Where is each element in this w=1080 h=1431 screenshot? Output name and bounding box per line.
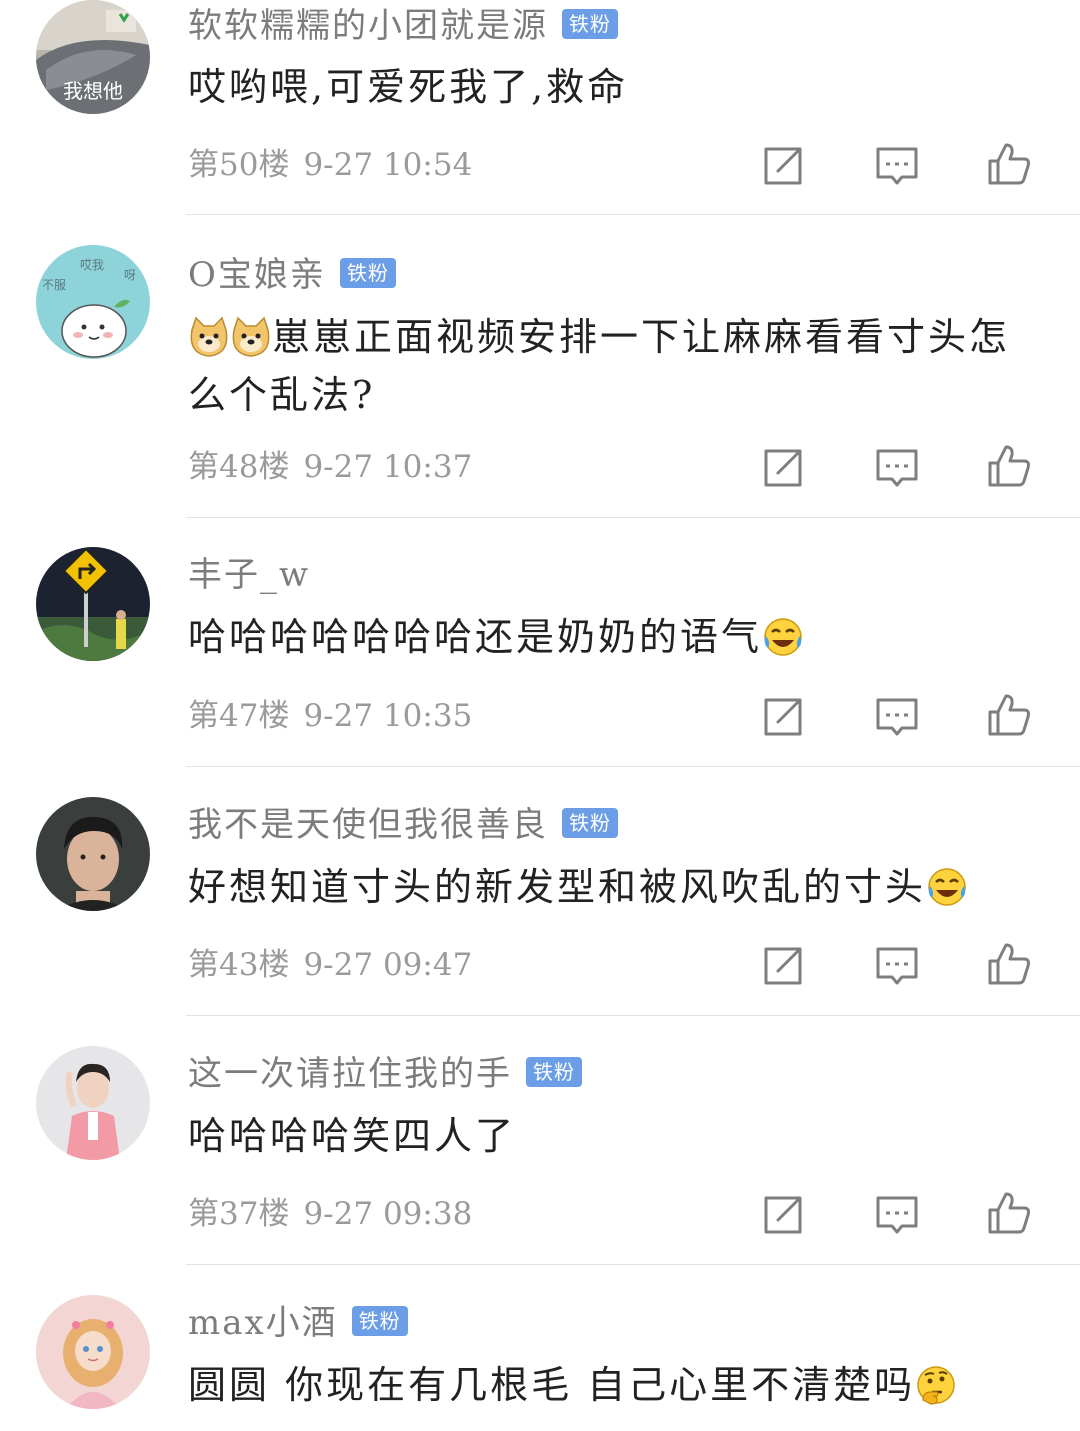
reply-button[interactable] bbox=[874, 445, 920, 491]
avatar-caption: 不服 bbox=[42, 278, 66, 292]
doge-emoji-icon bbox=[188, 316, 230, 358]
reply-button[interactable] bbox=[874, 143, 920, 189]
username[interactable]: 丰子_w bbox=[188, 553, 310, 597]
share-icon bbox=[764, 947, 802, 985]
like-button[interactable] bbox=[986, 141, 1032, 187]
thinking-emoji-icon bbox=[915, 1364, 957, 1406]
thumbs-up-icon bbox=[988, 143, 1030, 185]
comment-icon bbox=[876, 147, 918, 185]
username[interactable]: max小酒 铁粉 bbox=[188, 1301, 408, 1345]
username-text: 丰子_w bbox=[188, 555, 311, 595]
comment-text: 崽崽正面视频安排一下让麻麻看看寸头怎么个乱法? bbox=[188, 308, 1038, 424]
username[interactable]: 这一次请拉住我的手 铁粉 bbox=[188, 1052, 582, 1096]
comment-icon bbox=[876, 1196, 918, 1234]
avatar[interactable]: 我想他 bbox=[36, 0, 150, 114]
reply-button[interactable] bbox=[874, 943, 920, 989]
fan-badge: 铁粉 bbox=[339, 258, 396, 288]
comment-icon bbox=[876, 947, 918, 985]
thumbs-up-icon bbox=[988, 694, 1030, 736]
fan-badge: 铁粉 bbox=[351, 1306, 408, 1336]
username-text: max小酒 bbox=[188, 1303, 338, 1343]
fan-badge: 铁粉 bbox=[526, 1057, 582, 1087]
avatar[interactable] bbox=[36, 797, 150, 911]
avatar-caption: 我想他 bbox=[63, 79, 123, 103]
avatar-caption: 哎我 bbox=[80, 258, 104, 272]
username[interactable]: O宝娘亲 铁粉 bbox=[188, 253, 396, 297]
username-text: 这一次请拉住我的手 bbox=[188, 1054, 512, 1094]
like-button[interactable] bbox=[986, 692, 1032, 738]
comment-text-content: 崽崽正面视频安排一下让麻麻看看寸头怎么个乱法? bbox=[188, 315, 1011, 417]
username-text: 软软糯糯的小团就是源 bbox=[188, 6, 548, 46]
avatar-caption: 呀 bbox=[124, 268, 136, 282]
floor-number: 第50楼 bbox=[188, 147, 290, 183]
timestamp: 9-27 09:47 bbox=[303, 947, 473, 983]
share-icon bbox=[764, 1196, 802, 1234]
laugh-cry-emoji-icon bbox=[926, 866, 968, 908]
reply-button[interactable] bbox=[874, 694, 920, 740]
share-button[interactable] bbox=[760, 943, 806, 989]
share-button[interactable] bbox=[760, 445, 806, 491]
comment-text: 哎哟喂,可爱死我了,救命 bbox=[188, 65, 629, 109]
avatar[interactable]: 哎我 不服 呀 bbox=[36, 245, 150, 359]
comment-meta: 第47楼 9-27 10:35 bbox=[188, 696, 472, 736]
reply-button[interactable] bbox=[874, 1192, 920, 1238]
thumbs-up-icon bbox=[988, 943, 1030, 985]
comment-text: 哈哈哈哈笑四人了 bbox=[188, 1114, 517, 1158]
comment-text-content: 好想知道寸头的新发型和被风吹乱的寸头 bbox=[188, 865, 927, 909]
laugh-cry-emoji-icon bbox=[762, 616, 804, 658]
fan-badge: 铁粉 bbox=[562, 9, 618, 39]
comment-text: 好想知道寸头的新发型和被风吹乱的寸头 bbox=[188, 858, 1038, 916]
comment-meta: 第48楼 9-27 10:37 bbox=[188, 447, 472, 487]
timestamp: 9-27 10:35 bbox=[303, 698, 473, 734]
thumbs-up-icon bbox=[988, 445, 1030, 487]
username[interactable]: 软软糯糯的小团就是源 铁粉 bbox=[188, 4, 618, 48]
floor-number: 第43楼 bbox=[188, 947, 290, 983]
divider bbox=[186, 517, 1080, 518]
comment-icon bbox=[876, 449, 918, 487]
share-button[interactable] bbox=[760, 1192, 806, 1238]
floor-number: 第37楼 bbox=[188, 1196, 290, 1232]
timestamp: 9-27 09:38 bbox=[303, 1196, 473, 1232]
divider bbox=[186, 1015, 1080, 1016]
username-text: 我不是天使但我很善良 bbox=[188, 805, 548, 845]
username[interactable]: 我不是天使但我很善良 铁粉 bbox=[188, 803, 618, 847]
share-button[interactable] bbox=[760, 694, 806, 740]
comment-icon bbox=[876, 698, 918, 736]
username-text: O宝娘亲 bbox=[188, 255, 326, 295]
share-icon bbox=[764, 698, 802, 736]
avatar[interactable] bbox=[36, 1295, 150, 1409]
thumbs-up-icon bbox=[988, 1192, 1030, 1234]
comment-meta: 第43楼 9-27 09:47 bbox=[188, 945, 472, 985]
avatar[interactable] bbox=[36, 547, 150, 661]
share-icon bbox=[764, 147, 802, 185]
divider bbox=[186, 766, 1080, 767]
like-button[interactable] bbox=[986, 941, 1032, 987]
fan-badge: 铁粉 bbox=[562, 808, 618, 838]
divider bbox=[186, 214, 1080, 215]
share-icon bbox=[764, 449, 802, 487]
timestamp: 9-27 10:54 bbox=[303, 147, 473, 183]
comment-text: 圆圆 你现在有几根毛 自己心里不清楚吗 bbox=[188, 1356, 1038, 1414]
floor-number: 第47楼 bbox=[188, 698, 290, 734]
comment-text: 哈哈哈哈哈哈哈还是奶奶的语气 bbox=[188, 608, 1038, 666]
floor-number: 第48楼 bbox=[188, 449, 290, 485]
doge-emoji-icon bbox=[230, 316, 272, 358]
share-button[interactable] bbox=[760, 143, 806, 189]
timestamp: 9-27 10:37 bbox=[303, 449, 473, 485]
comment-meta: 第37楼 9-27 09:38 bbox=[188, 1194, 472, 1234]
avatar[interactable] bbox=[36, 1046, 150, 1160]
divider bbox=[186, 1264, 1080, 1265]
like-button[interactable] bbox=[986, 1190, 1032, 1236]
comment-text-content: 哈哈哈哈哈哈哈还是奶奶的语气 bbox=[188, 615, 763, 659]
like-button[interactable] bbox=[986, 443, 1032, 489]
comment-meta: 第50楼 9-27 10:54 bbox=[188, 145, 472, 185]
comment-text-content: 圆圆 你现在有几根毛 自己心里不清楚吗 bbox=[188, 1363, 916, 1407]
